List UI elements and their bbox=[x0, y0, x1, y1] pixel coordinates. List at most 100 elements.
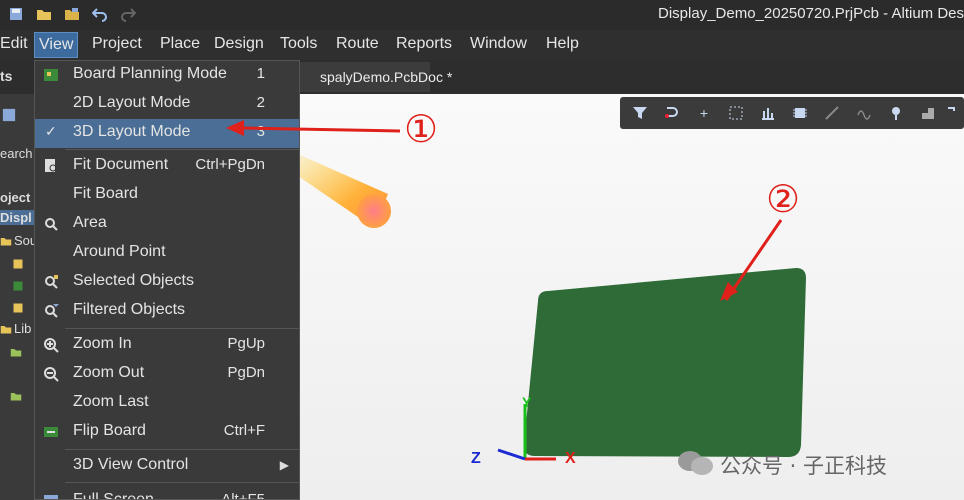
open-project-icon[interactable] bbox=[64, 6, 80, 22]
menu-zoom-last[interactable]: Zoom Last bbox=[35, 389, 299, 418]
projects-panel: earch oject Displ Sou Lib bbox=[0, 94, 36, 500]
add-icon[interactable]: + bbox=[696, 105, 712, 121]
view-menu: Board Planning Mode 1 2D Layout Mode 2 ✓… bbox=[34, 60, 300, 500]
via-icon[interactable] bbox=[888, 105, 904, 121]
text-tool-icon[interactable] bbox=[946, 105, 962, 121]
interactive-route-icon[interactable] bbox=[664, 105, 680, 121]
zoom-selected-icon bbox=[45, 275, 58, 289]
menu-separator bbox=[65, 149, 299, 150]
menu-item-label: 2D Layout Mode bbox=[73, 94, 191, 111]
folder-icon bbox=[0, 238, 12, 246]
project-item[interactable]: Displ bbox=[0, 210, 36, 225]
tree-libraries[interactable]: Lib bbox=[14, 321, 31, 336]
zoom-filtered-icon bbox=[45, 304, 59, 318]
menu-design[interactable]: Design bbox=[214, 35, 264, 53]
axis-y-label: Y bbox=[522, 394, 532, 410]
menu-item-label: Zoom Out bbox=[73, 364, 145, 381]
menu-selected-objects[interactable]: Selected Objects bbox=[35, 268, 299, 297]
polygon-icon[interactable] bbox=[920, 105, 936, 121]
menu-edit[interactable]: Edit bbox=[0, 35, 28, 53]
menu-reports[interactable]: Reports bbox=[396, 35, 452, 53]
menu-fit-board[interactable]: Fit Board bbox=[35, 181, 299, 210]
menu-item-shortcut: PgDn bbox=[227, 364, 265, 381]
menu-item-label: Full Screen bbox=[73, 491, 154, 500]
menu-item-shortcut: PgUp bbox=[227, 335, 265, 352]
menu-zoom-in[interactable]: Zoom In PgUp bbox=[35, 331, 299, 360]
file-icon bbox=[13, 259, 23, 269]
tree-source[interactable]: Sou bbox=[14, 233, 36, 248]
menu-flip-board[interactable]: Flip Board Ctrl+F bbox=[35, 418, 299, 447]
menu-2d-layout-mode[interactable]: 2D Layout Mode 2 bbox=[35, 90, 299, 119]
menu-item-label: Selected Objects bbox=[73, 272, 194, 289]
menu-item-label: Filtered Objects bbox=[73, 301, 186, 318]
annotation-marker-1: ① bbox=[404, 107, 439, 151]
menu-full-screen[interactable]: Full Screen Alt+F5 bbox=[35, 485, 299, 500]
tab-pcb-document[interactable]: spalyDemo.PcbDoc * bbox=[300, 62, 452, 92]
check-icon: ✓ bbox=[45, 123, 57, 139]
menu-item-label: Fit Board bbox=[73, 185, 138, 202]
redo-icon[interactable] bbox=[120, 6, 136, 22]
menu-board-planning-mode[interactable]: Board Planning Mode 1 bbox=[35, 61, 299, 90]
active-bar: + bbox=[620, 97, 964, 129]
subfolder-icon bbox=[10, 349, 22, 357]
title-bar: Display_Demo_20250720.PrjPcb - Altium De… bbox=[0, 0, 964, 30]
menu-item-label: 3D Layout Mode bbox=[73, 123, 191, 140]
align-icon[interactable] bbox=[760, 105, 776, 121]
diff-pair-icon[interactable] bbox=[856, 105, 872, 121]
project-toolbar-icon[interactable] bbox=[2, 108, 16, 122]
menu-tools[interactable]: Tools bbox=[280, 35, 317, 53]
route-icon[interactable] bbox=[824, 105, 840, 121]
menu-bar: Edit View Project Place Design Tools Rou… bbox=[0, 30, 964, 60]
annotation-marker-2: ② bbox=[766, 177, 801, 221]
menu-separator bbox=[65, 482, 299, 483]
panel-title: ts bbox=[0, 68, 13, 84]
menu-area[interactable]: Area bbox=[35, 210, 299, 239]
save-all-icon[interactable] bbox=[8, 6, 24, 22]
menu-item-shortcut: 3 bbox=[256, 123, 265, 140]
full-screen-icon bbox=[44, 495, 58, 499]
menu-item-label: Fit Document bbox=[73, 156, 169, 173]
menu-item-shortcut: Ctrl+PgDn bbox=[195, 156, 265, 173]
undo-icon[interactable] bbox=[92, 6, 108, 22]
zoom-area-icon bbox=[45, 218, 58, 231]
component-icon[interactable] bbox=[792, 105, 808, 121]
menu-3d-view-control[interactable]: 3D View Control ▶ bbox=[35, 452, 299, 481]
menu-place[interactable]: Place bbox=[160, 35, 200, 53]
board-planning-icon bbox=[44, 69, 58, 81]
pcb-board[interactable] bbox=[523, 268, 806, 457]
menu-item-shortcut: Ctrl+F bbox=[223, 422, 265, 439]
menu-item-shortcut: Alt+F5 bbox=[221, 491, 265, 500]
menu-zoom-out[interactable]: Zoom Out PgDn bbox=[35, 360, 299, 389]
menu-item-label: Area bbox=[73, 214, 107, 231]
zoom-in-icon bbox=[44, 338, 59, 353]
menu-item-label: Board Planning Mode bbox=[73, 65, 227, 82]
library-folder-icon bbox=[0, 326, 12, 334]
filter-icon[interactable] bbox=[632, 105, 648, 121]
axis-z-label: Z bbox=[471, 450, 481, 467]
wechat-icon bbox=[678, 451, 713, 475]
schematic-file-icon bbox=[13, 303, 23, 313]
menu-separator bbox=[65, 328, 299, 329]
fit-document-icon bbox=[45, 159, 57, 172]
menu-around-point[interactable]: Around Point bbox=[35, 239, 299, 268]
subfolder-icon-2 bbox=[10, 393, 22, 401]
menu-view[interactable]: View bbox=[34, 32, 79, 58]
menu-separator bbox=[65, 449, 299, 450]
open-folder-icon[interactable] bbox=[36, 6, 52, 22]
menu-item-label: Flip Board bbox=[73, 422, 146, 439]
menu-item-shortcut: 2 bbox=[256, 94, 265, 111]
project-heading: oject bbox=[0, 190, 31, 205]
menu-window[interactable]: Window bbox=[470, 35, 527, 53]
menu-fit-document[interactable]: Fit Document Ctrl+PgDn bbox=[35, 152, 299, 181]
menu-3d-layout-mode[interactable]: ✓ 3D Layout Mode 3 bbox=[35, 119, 299, 148]
select-box-icon[interactable] bbox=[728, 105, 744, 121]
menu-help[interactable]: Help bbox=[546, 35, 579, 53]
menu-item-label: Zoom Last bbox=[73, 393, 149, 410]
light-source bbox=[357, 194, 391, 228]
panel-search[interactable]: earch bbox=[0, 146, 33, 161]
menu-route[interactable]: Route bbox=[336, 35, 379, 53]
menu-project[interactable]: Project bbox=[92, 35, 142, 53]
flip-board-icon bbox=[44, 427, 58, 437]
pcb-file-icon bbox=[13, 281, 23, 291]
menu-filtered-objects[interactable]: Filtered Objects bbox=[35, 297, 299, 326]
